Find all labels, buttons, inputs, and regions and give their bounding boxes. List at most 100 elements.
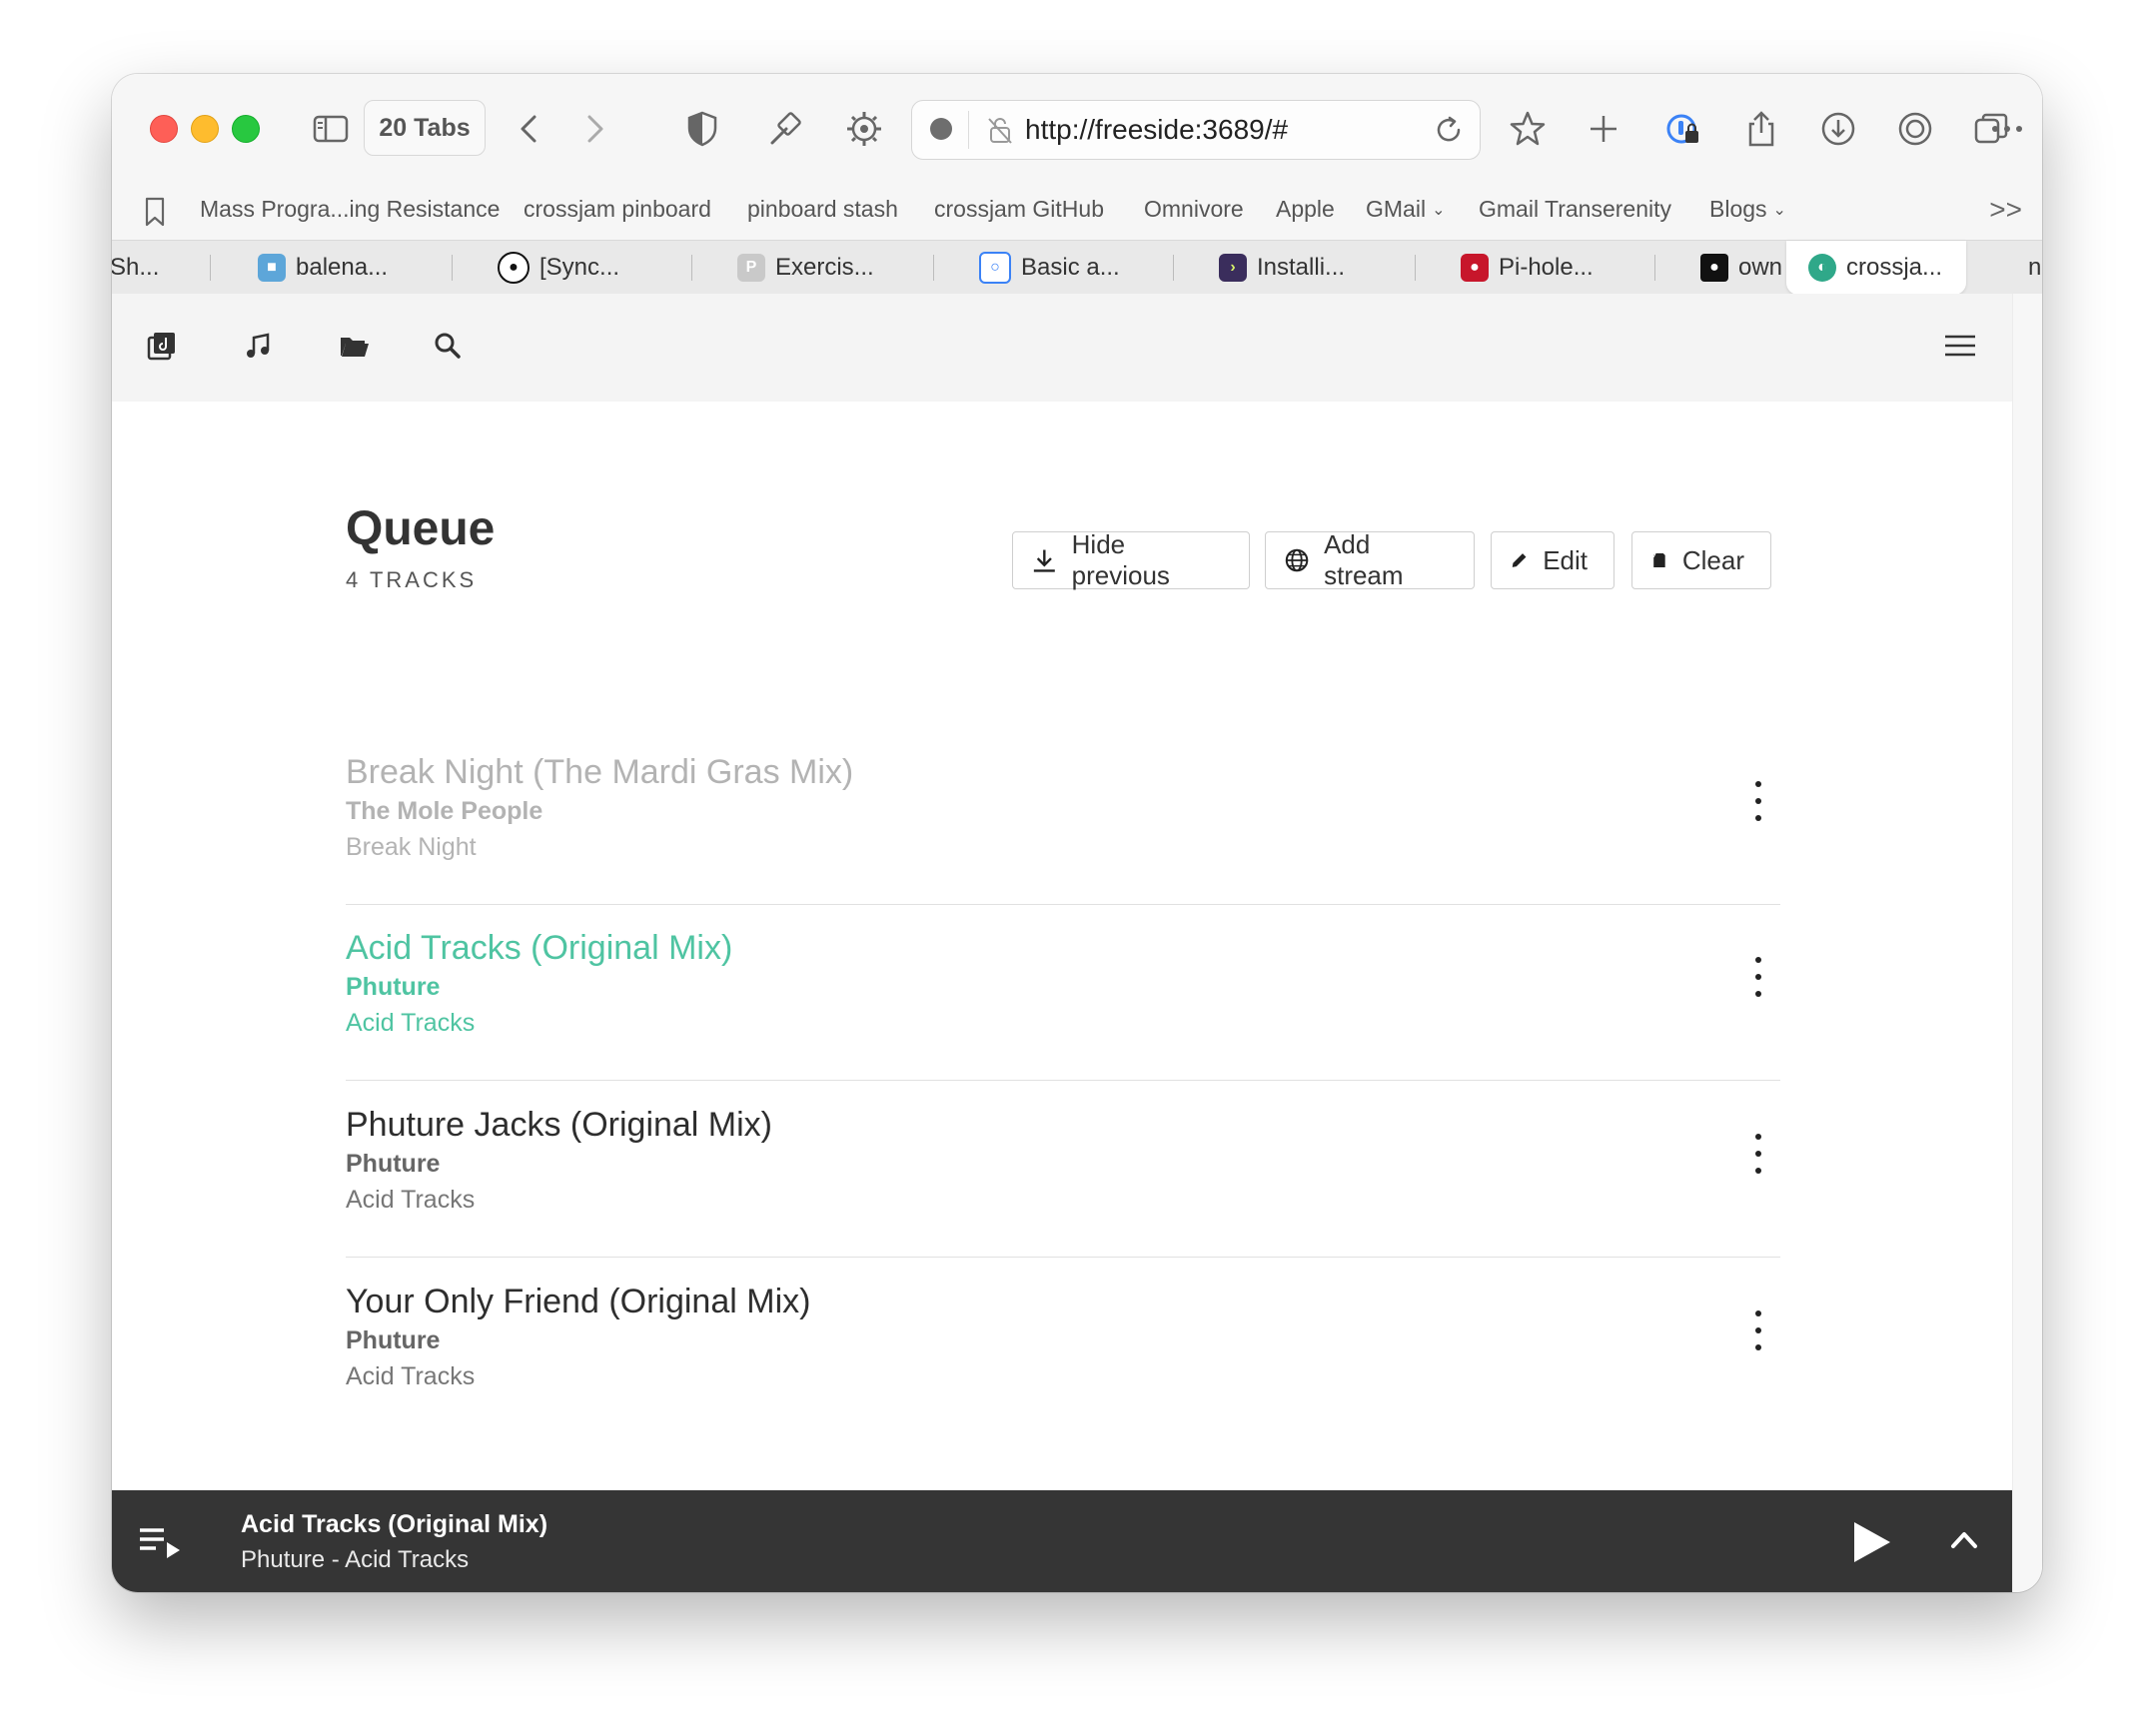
clear-document-icon [1652, 552, 1665, 568]
downloads-icon[interactable] [1815, 106, 1861, 152]
bookmarks-overflow-button[interactable]: >> [1989, 194, 2022, 226]
bookmark-item[interactable]: Omnivore [1144, 196, 1244, 223]
chevron-up-icon[interactable] [1948, 1524, 1980, 1556]
browser-tab[interactable]: P Exercis... [737, 241, 874, 295]
browser-tab[interactable]: ● Pi-hole... [1461, 241, 1594, 295]
close-window-button[interactable] [150, 115, 178, 143]
queue-track-row[interactable]: Break Night (The Mardi Gras Mix) The Mol… [346, 729, 1780, 905]
queue-list-icon[interactable] [140, 1522, 184, 1562]
page-title: Queue [346, 502, 496, 555]
now-playing-title[interactable]: Acid Tracks (Original Mix) [241, 1510, 547, 1539]
tab-overview-button[interactable]: 20 Tabs [364, 100, 486, 156]
balena-icon: ■ [258, 254, 286, 282]
folder-icon[interactable] [334, 326, 374, 366]
track-more-options-icon[interactable] [1746, 781, 1770, 821]
browser-tab[interactable]: ○ Basic a... [979, 241, 1120, 295]
raspberry-icon: ● [1461, 254, 1489, 282]
sidebar-toggle-icon[interactable] [308, 106, 354, 152]
scrollbar[interactable] [2012, 294, 2042, 1592]
edit-button[interactable]: Edit [1491, 531, 1614, 589]
browser-tab[interactable]: ● own [1700, 241, 1782, 295]
bookmark-item[interactable]: Gmail Transerenity [1479, 196, 1671, 223]
download-icon [1033, 549, 1055, 572]
bookmark-item[interactable]: crossjam pinboard [524, 196, 711, 223]
track-album: Acid Tracks [346, 1362, 476, 1390]
forward-icon[interactable] [571, 106, 617, 152]
terminal-icon: › [1219, 254, 1247, 282]
globe-icon [1285, 548, 1309, 572]
bookmark-item[interactable]: Apple [1276, 196, 1335, 223]
library-icon[interactable] [142, 326, 182, 366]
share-icon[interactable] [1738, 106, 1784, 152]
bookmark-star-icon[interactable] [1505, 106, 1551, 152]
track-title: Your Only Friend (Original Mix) [346, 1283, 811, 1320]
back-icon[interactable] [507, 106, 552, 152]
zoom-window-button[interactable] [232, 115, 260, 143]
play-icon[interactable] [1846, 1518, 1894, 1566]
browser-tab[interactable]: Sh... [112, 241, 159, 295]
bookmark-folder-blogs[interactable]: Blogs ⌄ [1709, 196, 1786, 223]
search-icon[interactable] [428, 326, 468, 366]
track-artist: The Mole People [346, 797, 543, 825]
queue-page: Queue 4 TRACKS Hide previous Add stream … [112, 402, 2012, 1562]
reload-icon[interactable] [1432, 113, 1466, 147]
url-text[interactable]: http://freeside:3689/# [1025, 114, 1288, 146]
github-icon: ● [498, 252, 530, 284]
privacy-shield-icon[interactable] [679, 106, 725, 152]
browser-tab[interactable]: ■ balena... [258, 241, 388, 295]
track-artist: Phuture [346, 1150, 441, 1178]
minimize-window-button[interactable] [191, 115, 219, 143]
chevron-down-icon: ⌄ [1432, 202, 1446, 219]
more-options-icon[interactable] [1984, 106, 2030, 152]
owntone-icon: ◐ [1808, 254, 1836, 282]
bookmark-folder-gmail[interactable]: GMail ⌄ [1366, 196, 1445, 223]
pencil-icon [1512, 553, 1527, 567]
add-stream-button[interactable]: Add stream [1265, 529, 1475, 590]
browser-tab[interactable]: n [2028, 241, 2041, 295]
track-title: Phuture Jacks (Original Mix) [346, 1106, 773, 1144]
track-album: Acid Tracks [346, 1186, 476, 1214]
bookmarks-icon[interactable] [142, 196, 168, 228]
insecure-lock-icon [988, 118, 1012, 144]
track-more-options-icon[interactable] [1746, 1310, 1770, 1350]
track-artist: Phuture [346, 973, 441, 1001]
p-icon: P [737, 254, 765, 282]
track-artist: Phuture [346, 1326, 441, 1354]
now-playing-bar: Acid Tracks (Original Mix) Phuture - Aci… [112, 1490, 2012, 1592]
bookmark-item[interactable]: pinboard stash [747, 196, 898, 223]
bookmark-item[interactable]: Mass Progra...ing Resistance [200, 196, 500, 223]
browser-tab[interactable]: ● [Sync... [498, 241, 619, 295]
gear-extension-icon[interactable] [841, 106, 887, 152]
record-icon [930, 118, 952, 140]
chevron-down-icon: ⌄ [1772, 202, 1786, 219]
bookmark-item[interactable]: crossjam GitHub [934, 196, 1104, 223]
bookmarks-bar: Mass Progra...ing Resistance crossjam pi… [112, 184, 2042, 240]
queue-track-row[interactable]: Your Only Friend (Original Mix) Phuture … [346, 1259, 1780, 1434]
hide-previous-button[interactable]: Hide previous [1012, 529, 1250, 590]
track-count: 4 TRACKS [346, 567, 478, 592]
browser-toolbar: 20 Tabs http://freeside:3689/# [112, 74, 2042, 184]
app-navbar [112, 294, 2012, 402]
track-album: Break Night [346, 833, 477, 861]
queue-track-row[interactable]: Phuture Jacks (Original Mix) Phuture Aci… [346, 1082, 1780, 1258]
clear-button[interactable]: Clear [1631, 531, 1771, 589]
music-note-icon[interactable] [238, 326, 278, 366]
github-icon: ● [1700, 254, 1728, 282]
new-tab-plus-icon[interactable] [1581, 106, 1626, 152]
lock-icon: ○ [979, 252, 1011, 284]
password-manager-icon[interactable] [1660, 106, 1706, 152]
hammer-extension-icon[interactable] [761, 106, 807, 152]
browser-window: 20 Tabs http://freeside:3689/# Mass Prog… [112, 74, 2042, 1592]
hamburger-icon[interactable] [1940, 326, 1980, 366]
track-album: Acid Tracks [346, 1009, 476, 1037]
browser-tab-active[interactable]: ◐ crossja... [1786, 241, 1966, 295]
browser-tab[interactable]: › Installi... [1219, 241, 1345, 295]
tab-strip: Sh... ■ balena... ● [Sync... P Exercis... ○… [112, 240, 2042, 296]
now-playing-subtitle[interactable]: Phuture - Acid Tracks [241, 1546, 469, 1574]
track-title: Acid Tracks (Original Mix) [346, 929, 733, 967]
reader-circle-icon[interactable] [1892, 106, 1938, 152]
track-more-options-icon[interactable] [1746, 957, 1770, 997]
queue-track-row-current[interactable]: Acid Tracks (Original Mix) Phuture Acid … [346, 905, 1780, 1081]
track-more-options-icon[interactable] [1746, 1134, 1770, 1174]
address-bar[interactable]: http://freeside:3689/# [911, 100, 1481, 160]
